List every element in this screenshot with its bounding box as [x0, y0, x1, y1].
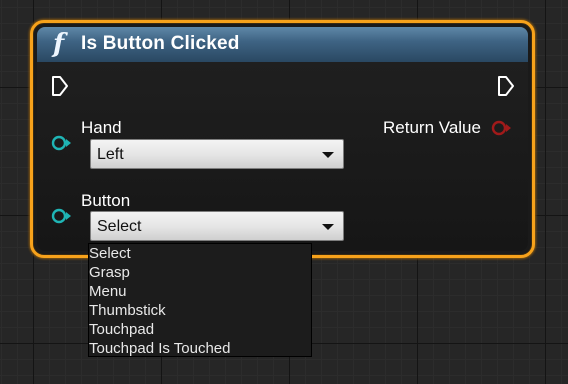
button-selected-value: Select — [97, 218, 142, 235]
exec-out-pin-icon[interactable] — [497, 75, 515, 97]
dropdown-option-touchpad[interactable]: Touchpad — [89, 320, 311, 339]
node-header[interactable]: f Is Button Clicked — [37, 27, 528, 62]
chevron-down-icon — [322, 152, 334, 158]
blueprint-node[interactable]: f Is Button Clicked Hand Left Return Val… — [30, 20, 535, 258]
dropdown-option-thumbstick[interactable]: Thumbstick — [89, 301, 311, 320]
button-pin-label: Button — [81, 191, 131, 210]
node-title: Is Button Clicked — [81, 33, 240, 54]
hand-pin-label: Hand — [81, 118, 122, 137]
chevron-down-icon — [322, 224, 334, 230]
dropdown-option-select[interactable]: Select — [89, 244, 311, 263]
hand-dropdown[interactable]: Left — [90, 139, 344, 169]
button-dropdown[interactable]: Select — [90, 211, 344, 241]
hand-input-pin-icon[interactable] — [51, 135, 73, 151]
button-input-pin-icon[interactable] — [51, 208, 73, 224]
return-value-pin-icon[interactable] — [491, 120, 513, 136]
dropdown-option-menu[interactable]: Menu — [89, 282, 311, 301]
dropdown-option-grasp[interactable]: Grasp — [89, 263, 311, 282]
button-dropdown-menu[interactable]: Select Grasp Menu Thumbstick Touchpad To… — [88, 243, 312, 357]
return-value-label: Return Value — [383, 118, 481, 137]
dropdown-option-touchpad-is-touched[interactable]: Touchpad Is Touched — [89, 339, 311, 358]
exec-in-pin-icon[interactable] — [51, 75, 69, 97]
hand-selected-value: Left — [97, 146, 124, 163]
function-icon: f — [53, 29, 65, 59]
